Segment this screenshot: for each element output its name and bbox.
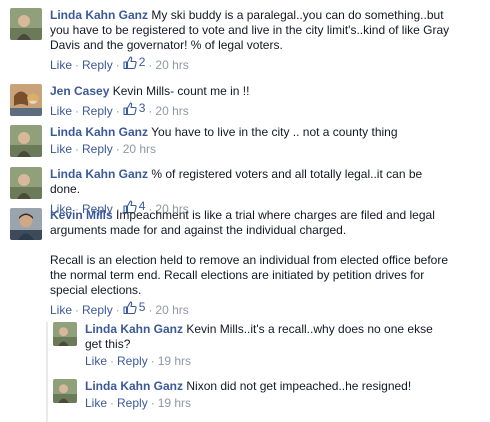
avatar[interactable] [10,84,42,116]
comment-author[interactable]: Linda Kahn Ganz [50,125,148,139]
comment-item: Jen Casey Kevin Mills- count me in !! Li… [10,84,455,119]
comment-actions: Like · Reply · 20 hrs [50,142,455,157]
reply-button[interactable]: Reply [82,104,113,118]
comment-author[interactable]: Jen Casey [50,84,109,98]
like-count-value: 2 [138,55,146,69]
reply-button[interactable]: Reply [82,58,113,72]
comment-text-paragraph: Recall is an election held to remove an … [50,253,449,297]
timestamp[interactable]: 20 hrs [123,142,156,156]
thumbs-up-icon [123,56,137,69]
separator: · [75,303,80,317]
avatar[interactable] [53,322,77,346]
thumbs-up-icon [123,301,137,314]
comment-text: You have to live in the city .. not a co… [151,125,398,139]
like-button[interactable]: Like [85,354,107,368]
reply-text: Nixon did not get impeached..he resigned… [186,379,412,393]
comment-actions: Like · Reply · 2 · 20 hrs [50,55,455,73]
comment-actions: Like · Reply · 3 · 20 hrs [50,101,455,119]
comment-text: Kevin Mills- count me in !! [112,84,250,98]
separator: · [148,104,153,118]
comment-actions: Like · Reply · 5 · 20 hrs [50,300,455,318]
avatar[interactable] [10,167,42,199]
reply-button[interactable]: Reply [117,354,148,368]
separator: · [150,396,155,410]
thumbs-up-icon [123,102,137,115]
separator: · [110,396,115,410]
timestamp[interactable]: 20 hrs [155,58,188,72]
like-button[interactable]: Like [50,303,72,317]
like-count[interactable]: 5 [123,300,146,315]
like-button[interactable]: Like [50,142,72,156]
reply-item: Linda Kahn Ganz Kevin Mills..it's a reca… [53,322,445,369]
separator: · [148,58,153,72]
separator: · [115,58,120,72]
like-count[interactable]: 3 [123,101,146,116]
like-count-value: 3 [138,101,146,115]
like-count-value: 5 [138,300,146,314]
comment-item: Linda Kahn Ganz You have to live in the … [10,125,455,157]
avatar[interactable] [10,8,42,40]
reply-author[interactable]: Linda Kahn Ganz [85,322,183,336]
reply-thread-line [46,322,48,422]
avatar[interactable] [53,379,77,403]
separator: · [110,354,115,368]
timestamp[interactable]: 19 hrs [158,354,191,368]
timestamp[interactable]: 19 hrs [158,396,191,410]
like-button[interactable]: Like [50,104,72,118]
reply-actions: Like · Reply · 19 hrs [85,354,445,369]
reply-button[interactable]: Reply [82,303,113,317]
comment-item: Linda Kahn Ganz My ski buddy is a parale… [10,8,455,73]
separator: · [75,142,80,156]
separator: · [148,303,153,317]
separator: · [115,104,120,118]
separator: · [75,104,80,118]
reply-button[interactable]: Reply [117,396,148,410]
like-button[interactable]: Like [50,58,72,72]
timestamp[interactable]: 20 hrs [155,303,188,317]
reply-author[interactable]: Linda Kahn Ganz [85,379,183,393]
separator: · [150,354,155,368]
comment-author[interactable]: Linda Kahn Ganz [50,167,148,181]
separator: · [115,303,120,317]
avatar[interactable] [10,125,42,157]
avatar[interactable] [10,208,42,240]
reply-actions: Like · Reply · 19 hrs [85,396,445,411]
reply-button[interactable]: Reply [82,142,113,156]
like-button[interactable]: Like [85,396,107,410]
comment-author[interactable]: Linda Kahn Ganz [50,8,148,22]
timestamp[interactable]: 20 hrs [155,104,188,118]
like-count[interactable]: 2 [123,55,146,70]
comment-thread: Linda Kahn Ganz My ski buddy is a parale… [0,0,490,422]
reply-item: Linda Kahn Ganz Nixon did not get impeac… [53,379,445,411]
comment-author[interactable]: Kevin Mills [50,208,113,222]
separator: · [115,142,120,156]
separator: · [75,58,80,72]
comment-item: Kevin Mills Impeachment is like a trial … [10,208,455,318]
